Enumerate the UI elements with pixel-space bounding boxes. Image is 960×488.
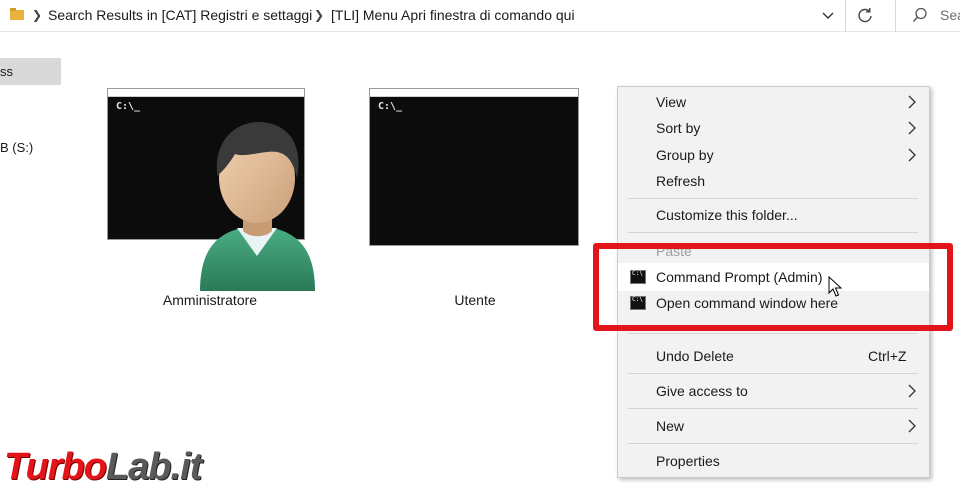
admin-user-icon — [200, 121, 315, 291]
file-item-amministratore[interactable]: C:\_ Amministratore — [100, 88, 320, 313]
menu-item-properties[interactable]: Properties — [618, 448, 929, 474]
menu-item-group-by[interactable]: Group by — [618, 142, 929, 168]
folder-icon — [10, 8, 24, 20]
chevron-right-icon — [908, 148, 916, 162]
console-prompt: C:\_ — [378, 101, 403, 112]
chevron-right-icon[interactable]: ❯ — [32, 8, 42, 22]
menu-item-label: New — [656, 418, 685, 434]
menu-separator — [628, 408, 918, 409]
chevron-right-icon — [908, 95, 916, 109]
file-item-utente[interactable]: C:\_ Utente — [362, 88, 588, 313]
menu-item-new[interactable]: New — [618, 413, 929, 439]
divider — [845, 0, 846, 32]
sidebar-item-selected[interactable]: ss — [0, 58, 61, 85]
console-titlebar — [370, 89, 578, 97]
console-prompt: C:\_ — [116, 101, 141, 112]
highlight-annotation — [593, 243, 953, 331]
menu-item-refresh[interactable]: Refresh — [618, 168, 929, 194]
menu-item-shortcut: Ctrl+Z — [868, 348, 907, 364]
menu-item-label: View — [656, 94, 687, 110]
console-thumbnail: C:\_ — [369, 88, 579, 246]
file-name-label: Utente — [454, 292, 496, 308]
menu-item-undo-delete[interactable]: Undo Delete Ctrl+Z — [618, 343, 929, 369]
sidebar-item-label: ss — [0, 64, 13, 79]
menu-item-customize-folder[interactable]: Customize this folder... — [618, 202, 929, 228]
menu-item-label: Group by — [656, 147, 714, 163]
menu-item-label: Properties — [656, 453, 720, 469]
mouse-cursor-icon — [828, 276, 842, 297]
turbolab-watermark-logo: TurboLab.it — [4, 446, 202, 488]
search-icon[interactable] — [912, 7, 928, 23]
menu-item-view[interactable]: View — [618, 89, 929, 115]
console-titlebar — [108, 89, 304, 97]
search-input[interactable]: Sea — [940, 7, 960, 23]
file-name-label: Amministratore — [162, 292, 258, 308]
menu-item-sort-by[interactable]: Sort by — [618, 115, 929, 141]
breadcrumb-current-folder[interactable]: [TLI] Menu Apri finestra di comando qui — [331, 7, 575, 23]
menu-separator — [628, 232, 918, 233]
menu-separator — [628, 443, 918, 444]
menu-item-give-access[interactable]: Give access to — [618, 378, 929, 404]
menu-item-label: Undo Delete — [656, 348, 734, 364]
chevron-right-icon — [908, 384, 916, 398]
menu-item-label: Sort by — [656, 120, 701, 136]
chevron-right-icon[interactable]: ❯ — [314, 8, 324, 22]
chevron-right-icon — [908, 419, 916, 433]
menu-separator — [628, 198, 918, 199]
menu-item-label: Customize this folder... — [656, 207, 798, 223]
menu-item-label: Refresh — [656, 173, 706, 189]
menu-separator — [628, 373, 918, 374]
address-bar[interactable]: ❯ Search Results in [CAT] Registri e set… — [0, 0, 960, 32]
chevron-right-icon — [908, 121, 916, 135]
sidebar-item-drive-s[interactable]: B (S:) — [0, 140, 33, 155]
menu-separator — [628, 333, 918, 334]
menu-item-label: Give access to — [656, 383, 748, 399]
breadcrumb-search-results[interactable]: Search Results in [CAT] Registri e setta… — [48, 7, 312, 23]
chevron-down-icon[interactable] — [818, 7, 838, 25]
refresh-icon[interactable] — [854, 5, 876, 27]
